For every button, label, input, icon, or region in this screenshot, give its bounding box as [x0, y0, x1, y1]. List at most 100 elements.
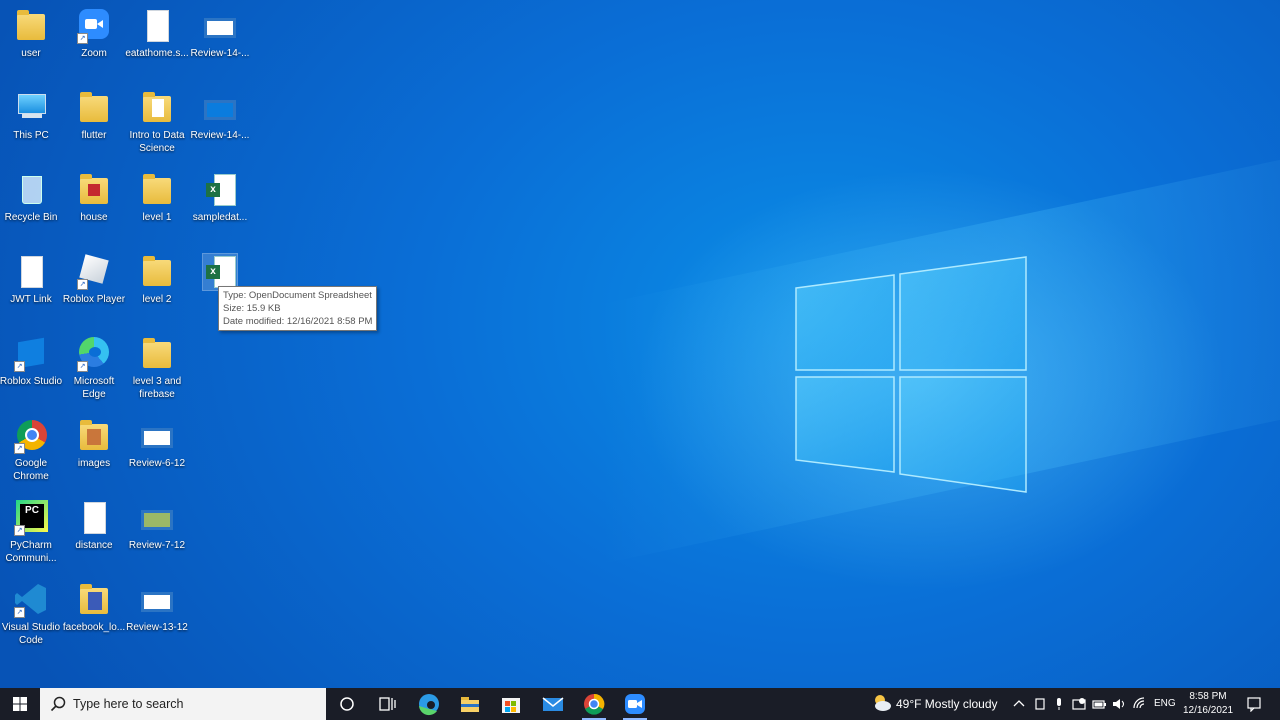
desktop-icon-review-7-12[interactable]: Review-7-12 [125, 500, 189, 552]
video-file-icon [141, 428, 173, 448]
desktop-icon-jwt-link[interactable]: JWT Link [0, 254, 63, 306]
blank-file-icon [147, 10, 169, 42]
desktop-icon-vscode[interactable]: ↗ Visual Studio Code [0, 582, 63, 647]
desktop-icon-user[interactable]: user [0, 8, 63, 60]
clock-time: 8:58 PM [1189, 691, 1227, 702]
desktop-icon-recycle-bin[interactable]: Recycle Bin [0, 172, 63, 224]
cortana-button[interactable] [327, 688, 367, 720]
start-button[interactable] [0, 688, 40, 720]
excel-file-icon: x [206, 174, 236, 206]
vscode-icon: ↗ [14, 582, 48, 618]
icon-label: facebook_lo... [62, 622, 126, 633]
desktop-icon-house[interactable]: house [62, 172, 126, 224]
icon-label: Review-14-... [190, 48, 250, 59]
desktop-icon-review-14-b[interactable]: Review-14-... [188, 90, 252, 142]
device-icon[interactable] [1033, 696, 1047, 712]
language-indicator[interactable]: ENG [1154, 698, 1176, 709]
icon-label: Zoom [81, 48, 107, 59]
task-view-button[interactable] [367, 688, 407, 720]
wifi-icon[interactable] [1132, 696, 1148, 712]
desktop-icon-review-13-12[interactable]: Review-13-12 [125, 582, 189, 634]
desktop-icon-this-pc[interactable]: This PC [0, 90, 63, 142]
tooltip-date-modified: Date modified: 12/16/2021 8:58 PM [223, 316, 373, 327]
icon-label: Visual Studio Code [1, 622, 61, 646]
desktop-icon-level-2[interactable]: level 2 [125, 254, 189, 306]
chevron-up-icon[interactable] [1012, 696, 1026, 712]
edge-icon [419, 694, 439, 716]
icon-label: Roblox Player [62, 294, 126, 305]
icon-label: level 1 [142, 212, 172, 223]
cloudy-weather-icon [875, 695, 891, 711]
recycle-bin-icon [14, 172, 48, 208]
desktop-icon-level-1[interactable]: level 1 [125, 172, 189, 224]
user-folder-icon [17, 10, 45, 40]
icon-label: level 2 [142, 294, 172, 305]
task-view-icon [379, 697, 396, 711]
desktop-icon-zoom[interactable]: ↗ Zoom [62, 8, 126, 60]
icon-label: This PC [13, 130, 49, 141]
taskbar-search-box[interactable]: Type here to search [40, 688, 326, 720]
desktop-background[interactable]: user This PC Recycle Bin JWT Link ↗ Robl… [0, 0, 1280, 688]
desktop-icon-sampledat[interactable]: x sampledat... [188, 172, 252, 224]
desktop-icon-roblox-studio[interactable]: ↗ Roblox Studio [0, 336, 63, 388]
search-placeholder: Type here to search [73, 697, 184, 711]
folder-icon [143, 256, 171, 286]
icon-label: Review-6-12 [128, 458, 186, 469]
file-tooltip: Type: OpenDocument Spreadsheet Size: 15.… [218, 286, 378, 331]
taskbar-store[interactable] [491, 688, 531, 720]
microphone-icon[interactable] [1052, 696, 1066, 712]
desktop-icon-pycharm[interactable]: PC ↗ PyCharm Communi... [0, 500, 63, 565]
desktop-icon-eatathome[interactable]: eatathome.s... [125, 8, 189, 60]
icon-label: flutter [81, 130, 107, 141]
desktop-icon-intro-to-data-science[interactable]: Intro to Data Science [125, 90, 189, 155]
volume-icon[interactable] [1111, 696, 1127, 712]
icon-label: Review-14-... [190, 130, 250, 141]
taskbar-edge[interactable] [409, 688, 449, 720]
battery-icon[interactable] [1091, 696, 1107, 712]
excel-file-icon: x [206, 256, 236, 288]
security-icon[interactable] [1071, 696, 1087, 712]
icon-label: eatathome.s... [125, 48, 189, 59]
folder-icon [143, 338, 171, 368]
icon-label: distance [75, 540, 113, 551]
notification-icon[interactable] [1246, 696, 1262, 712]
icon-label: Recycle Bin [4, 212, 58, 223]
desktop-icon-google-chrome[interactable]: ↗ Google Chrome [0, 418, 63, 483]
desktop-icon-flutter[interactable]: flutter [62, 90, 126, 142]
tooltip-type: Type: OpenDocument Spreadsheet [223, 290, 372, 301]
icon-label: Intro to Data Science [129, 130, 185, 154]
desktop-icon-distance[interactable]: distance [62, 500, 126, 552]
desktop-icon-level-3-and-firebase[interactable]: level 3 and firebase [125, 336, 189, 401]
video-file-icon [204, 100, 236, 120]
video-file-icon [141, 510, 173, 530]
taskbar-mail[interactable] [533, 688, 573, 720]
icon-label: Google Chrome [13, 458, 49, 482]
taskbar-zoom[interactable] [615, 688, 655, 720]
desktop-icon-facebook-lo[interactable]: facebook_lo... [62, 582, 126, 634]
computer-icon [14, 90, 48, 126]
desktop-icon-microsoft-edge[interactable]: ↗ Microsoft Edge [62, 336, 126, 401]
desktop-icon-review-14-a[interactable]: Review-14-... [188, 8, 252, 60]
folder-icon [80, 174, 108, 204]
video-file-icon [204, 18, 236, 38]
icon-label: sampledat... [192, 212, 248, 223]
icon-label: Microsoft Edge [73, 376, 115, 400]
desktop-icon-roblox-player[interactable]: ↗ Roblox Player [62, 254, 126, 306]
taskbar-chrome[interactable] [574, 688, 614, 720]
icon-label: user [21, 48, 41, 59]
cortana-icon [340, 697, 354, 711]
icon-label: JWT Link [10, 294, 52, 305]
weather-widget[interactable]: 49°F Mostly cloudy [870, 688, 1005, 720]
blank-file-icon [21, 256, 43, 288]
desktop-icon-images[interactable]: images [62, 418, 126, 470]
taskbar-file-explorer[interactable] [450, 688, 490, 720]
icon-label: Review-7-12 [128, 540, 186, 551]
taskbar-clock[interactable]: 8:58 PM 12/16/2021 [1178, 690, 1238, 718]
chrome-icon [584, 693, 605, 715]
mail-icon [542, 697, 564, 711]
windows-start-icon [13, 697, 27, 711]
clock-date: 12/16/2021 [1182, 705, 1234, 716]
zoom-icon [625, 694, 645, 714]
search-icon [50, 696, 66, 712]
desktop-icon-review-6-12[interactable]: Review-6-12 [125, 418, 189, 470]
